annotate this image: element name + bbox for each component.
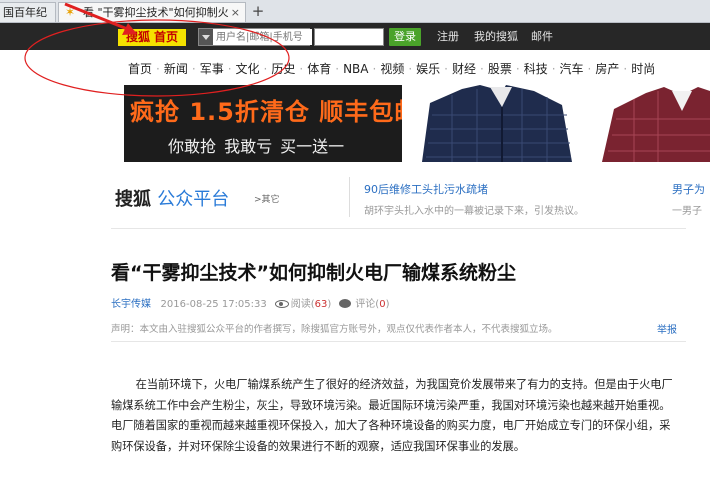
nav-separator: · xyxy=(372,62,377,76)
author-link[interactable]: 长宇传媒 xyxy=(111,299,151,310)
nav-item[interactable]: 财经 xyxy=(452,61,476,77)
nav-separator: · xyxy=(515,62,520,76)
tab-title: 国百年纪 xyxy=(3,6,47,19)
browser-tab-strip: 国百年纪 ✶ 看 "干雾抑尘技术"如何抑制火 × + xyxy=(0,0,710,23)
read-label: 阅读( xyxy=(290,299,315,310)
divider xyxy=(349,177,350,217)
tab-title: 看 "干雾抑尘技术"如何抑制火 xyxy=(83,6,229,19)
sohu-logo[interactable]: 搜狐 首页 xyxy=(118,29,186,46)
nav-item[interactable]: 汽车 xyxy=(560,61,584,77)
nav-separator: · xyxy=(156,62,160,76)
recommend-title[interactable]: 90后维修工头扎污水疏堵 xyxy=(364,181,488,197)
recommend-summary: 胡环宇头扎入水中的一幕被记录下来，引发热议。 xyxy=(364,206,584,217)
platform-name: 公众平台 xyxy=(157,189,230,210)
article-meta: 长宇传媒 2016-08-25 17:05:33 阅读(63) 评论(0) xyxy=(111,298,390,312)
nav-separator: · xyxy=(299,62,304,76)
platform-brand: 搜狐 xyxy=(115,189,151,210)
divider xyxy=(111,341,686,342)
divider xyxy=(111,228,686,229)
browser-tab-active[interactable]: ✶ 看 "干雾抑尘技术"如何抑制火 × xyxy=(58,2,246,22)
report-link[interactable]: 举报 xyxy=(657,321,677,336)
article-body: 在当前环境下，火电厂输煤系统产生了很好的经济效益，为我国竞价发展带来了有力的支持… xyxy=(111,378,673,453)
tab-favicon-icon: ✶ xyxy=(65,5,76,19)
password-input[interactable] xyxy=(314,28,384,46)
nav-item[interactable]: 历史 xyxy=(271,61,295,77)
nav-item[interactable]: 房产 xyxy=(595,61,619,77)
home-link[interactable]: 首页 xyxy=(154,30,178,44)
paren: ) xyxy=(385,299,390,310)
article-title: 看“干雾抑尘技术”如何抑制火电厂输煤系统粉尘 xyxy=(111,262,516,284)
platform-logo[interactable]: 搜狐 公众平台 xyxy=(115,185,229,211)
new-tab-icon[interactable]: + xyxy=(248,2,268,22)
channel-nav: 首页 · 新闻 · 军事 · 文化 · 历史 · 体育 · NBA · 视频 · 娱乐 · 财经 · 股票 · 科技 · 汽车 ·… xyxy=(128,61,655,77)
nav-separator: · xyxy=(191,62,196,76)
username-field[interactable] xyxy=(198,28,312,46)
nav-item[interactable]: 文化 xyxy=(236,61,260,77)
recommend-title[interactable]: 男子为 xyxy=(672,181,705,197)
banner-shirt-images[interactable] xyxy=(402,85,710,162)
recommend-summary: 一男子 xyxy=(672,206,702,217)
publish-date: 2016-08-25 17:05:33 xyxy=(160,299,267,310)
browser-tab-previous[interactable]: 国百年纪 xyxy=(0,2,56,22)
comment-link[interactable]: 评论( xyxy=(355,299,379,310)
register-link[interactable]: 注册 xyxy=(437,28,459,46)
nav-separator: · xyxy=(480,62,484,76)
nav-item[interactable]: 科技 xyxy=(524,61,548,77)
banner-subtext: 你敢抢 我敢亏 买一送一 xyxy=(168,137,345,156)
disclaimer: 声明：本文由入驻搜狐公众平台的作者撰写，除搜狐官方账号外，观点仅代表作者本人，不… xyxy=(111,324,558,335)
nav-separator: · xyxy=(335,62,340,76)
nav-separator: · xyxy=(444,62,448,76)
nav-item[interactable]: 军事 xyxy=(200,61,224,77)
username-input[interactable] xyxy=(214,29,312,45)
nav-item[interactable]: 股票 xyxy=(488,61,512,77)
mail-link[interactable]: 邮件 xyxy=(531,28,553,46)
nav-item[interactable]: NBA xyxy=(343,61,368,77)
dropdown-icon[interactable] xyxy=(199,29,213,45)
nav-separator: · xyxy=(551,62,556,76)
shirt-illustration xyxy=(422,85,710,162)
nav-item[interactable]: 首页 xyxy=(128,61,152,77)
banner-headline: 疯抢 1.5折清仓 顺丰包邮 xyxy=(130,98,402,126)
logo-text: 搜狐 xyxy=(125,30,150,44)
nav-separator: · xyxy=(623,62,628,76)
my-sohu-link[interactable]: 我的搜狐 xyxy=(474,28,518,46)
banner-ad[interactable]: 疯抢 1.5折清仓 顺丰包邮 你敢抢 我敢亏 买一送一 xyxy=(124,85,402,162)
platform-other-link[interactable]: >其它 xyxy=(254,192,280,205)
close-icon[interactable]: × xyxy=(231,3,240,22)
nav-item[interactable]: 娱乐 xyxy=(416,61,440,77)
comment-icon xyxy=(339,299,352,308)
nav-separator: · xyxy=(408,62,413,76)
read-count: 63 xyxy=(314,299,328,310)
paren: ) xyxy=(327,299,332,310)
nav-item[interactable]: 时尚 xyxy=(631,61,655,77)
nav-item[interactable]: 体育 xyxy=(307,61,331,77)
login-button[interactable]: 登录 xyxy=(389,28,421,46)
nav-separator: · xyxy=(227,62,232,76)
nav-item[interactable]: 视频 xyxy=(380,61,404,77)
nav-item[interactable]: 新闻 xyxy=(164,61,188,77)
eye-icon xyxy=(274,300,289,308)
nav-separator: · xyxy=(587,62,592,76)
nav-separator: · xyxy=(263,62,268,76)
